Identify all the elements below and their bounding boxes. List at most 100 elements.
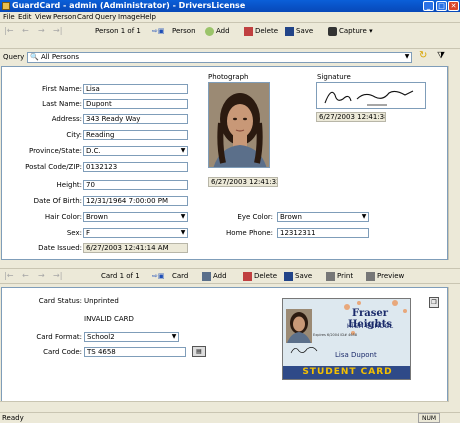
delete-icon [244,26,253,36]
print-button[interactable]: Print [326,269,353,283]
first-card-icon[interactable]: |← [4,271,13,280]
chevron-down-icon: ▼ [361,213,367,220]
first-record-icon[interactable]: |← [4,26,13,35]
card-banner: STUDENT CARD [302,367,393,377]
last-name-label: Last Name: [42,100,82,108]
postal-label: Postal Code/ZIP: [25,163,82,171]
card-options-icon[interactable]: ❐ [429,297,439,308]
prev-record-icon[interactable]: ← [22,26,29,35]
filter-icon[interactable]: ⧩ [437,51,445,61]
hair-select[interactable]: Brown ▼ [83,212,188,222]
add-card-button[interactable]: Add [202,269,227,283]
card-scrollbar[interactable] [448,287,460,402]
menu-query[interactable]: Query [95,13,116,22]
last-name-field[interactable]: Dupont [83,99,188,109]
date-issued-label: Date Issued: [38,244,82,252]
minimize-button[interactable]: _ [423,1,434,11]
maximize-button[interactable]: □ [436,1,447,11]
signature-image[interactable] [316,82,426,109]
signature-label: Signature [317,73,351,81]
postal-field[interactable]: 0132123 [83,162,188,172]
person-scrollbar[interactable] [448,66,460,260]
card-status-value: Unprinted [84,297,119,305]
height-field[interactable]: 70 [83,180,188,190]
chevron-down-icon: ▾ [369,27,373,35]
add-person-button[interactable]: Add [205,24,230,38]
province-label: Province/State: [28,147,82,155]
last-card-icon[interactable]: →| [53,271,62,280]
menu-view[interactable]: View [35,13,52,22]
card-toolbar: |← ← → →| Card 1 of 1 ⇨▣ Card Add Delete… [0,268,460,284]
preview-button[interactable]: Preview [366,269,404,283]
menu-card[interactable]: Card [77,13,93,22]
sex-select[interactable]: F ▼ [83,228,188,238]
capture-button[interactable]: Capture ▾ [328,24,373,38]
save-card-button[interactable]: Save [284,269,312,283]
last-record-icon[interactable]: →| [53,26,62,35]
floppy-icon [285,26,294,36]
person-entity-label: Person [172,27,196,35]
height-label: Height: [56,181,83,189]
eye-value: Brown [280,213,302,221]
person-record-label: Person 1 of 1 [95,27,141,35]
dob-field[interactable]: 12/31/1964 7:00:00 PM [83,196,188,206]
refresh-icon[interactable]: ↻ [419,50,427,61]
hair-label: Hair Color: [44,213,82,221]
query-value: All Persons [40,53,80,61]
card-format-select[interactable]: School2 ▼ [84,332,179,342]
menu-edit[interactable]: Edit [18,13,32,22]
hair-value: Brown [86,213,108,221]
home-phone-field[interactable]: 12312311 [277,228,369,238]
chevron-down-icon: ▼ [180,147,186,154]
horizontal-scrollbar[interactable] [0,401,448,411]
menu-bar: File Edit View Person Card Query Image H… [0,12,460,23]
card-code-field[interactable]: TS 4658 [84,347,186,357]
city-field[interactable]: Reading [83,130,188,140]
menu-help[interactable]: Help [140,13,156,22]
eye-label: Eye Color: [237,213,273,221]
delete-card-button[interactable]: Delete [243,269,277,283]
query-select[interactable]: 🔍 All Persons ▼ [27,52,412,63]
barcode-icon[interactable]: ▤ [192,346,206,357]
menu-image[interactable]: Image [118,13,140,22]
menu-person[interactable]: Person [53,13,77,22]
window-title: GuardCard - admin (Administrator) - Driv… [12,1,246,10]
save-person-button[interactable]: Save [285,24,313,38]
menu-file[interactable]: File [3,13,15,22]
app-icon [2,2,10,10]
status-text: Ready [2,414,24,422]
chevron-down-icon: ▼ [180,213,186,220]
card-preview: Fraser Heights HIGH SCHOOL Expires 6/200… [282,298,411,380]
photograph[interactable] [208,82,270,168]
floppy-icon [284,271,293,281]
status-bar: Ready NUM [0,412,460,423]
close-button[interactable]: ✕ [448,1,459,11]
card-format-value: School2 [87,333,115,341]
camera-icon [328,26,337,36]
person-toolbar: |← ← → →| Person 1 of 1 ⇨▣ Person Add De… [0,24,460,49]
first-name-label: First Name: [42,85,82,93]
prev-card-icon[interactable]: ← [22,271,29,280]
date-issued-field: 6/27/2003 12:41:14 AM [83,243,188,253]
card-code-label: Card Code: [43,348,82,356]
address-field[interactable]: 343 Ready Way [83,114,188,124]
title-bar[interactable]: GuardCard - admin (Administrator) - Driv… [0,0,460,12]
signature-drawing [324,90,414,106]
next-record-icon[interactable]: → [38,26,45,35]
first-name-field[interactable]: Lisa [83,84,188,94]
eye-select[interactable]: Brown ▼ [277,212,369,222]
card-link-icon[interactable]: ⇨▣ [152,269,164,283]
delete-person-button[interactable]: Delete [244,24,278,38]
delete-card-icon [243,271,252,281]
num-lock-indicator: NUM [418,413,440,423]
card-entity-label: Card [172,272,189,280]
add-card-icon [202,271,211,281]
next-card-icon[interactable]: → [38,271,45,280]
printer-icon [326,271,335,281]
card-format-label: Card Format: [36,333,82,341]
province-select[interactable]: D.C. ▼ [83,146,188,156]
card-status-label: Card Status: [38,297,82,305]
dob-label: Date Of Birth: [33,197,82,205]
link-icon[interactable]: ⇨▣ [152,24,164,38]
add-person-icon [205,26,214,36]
